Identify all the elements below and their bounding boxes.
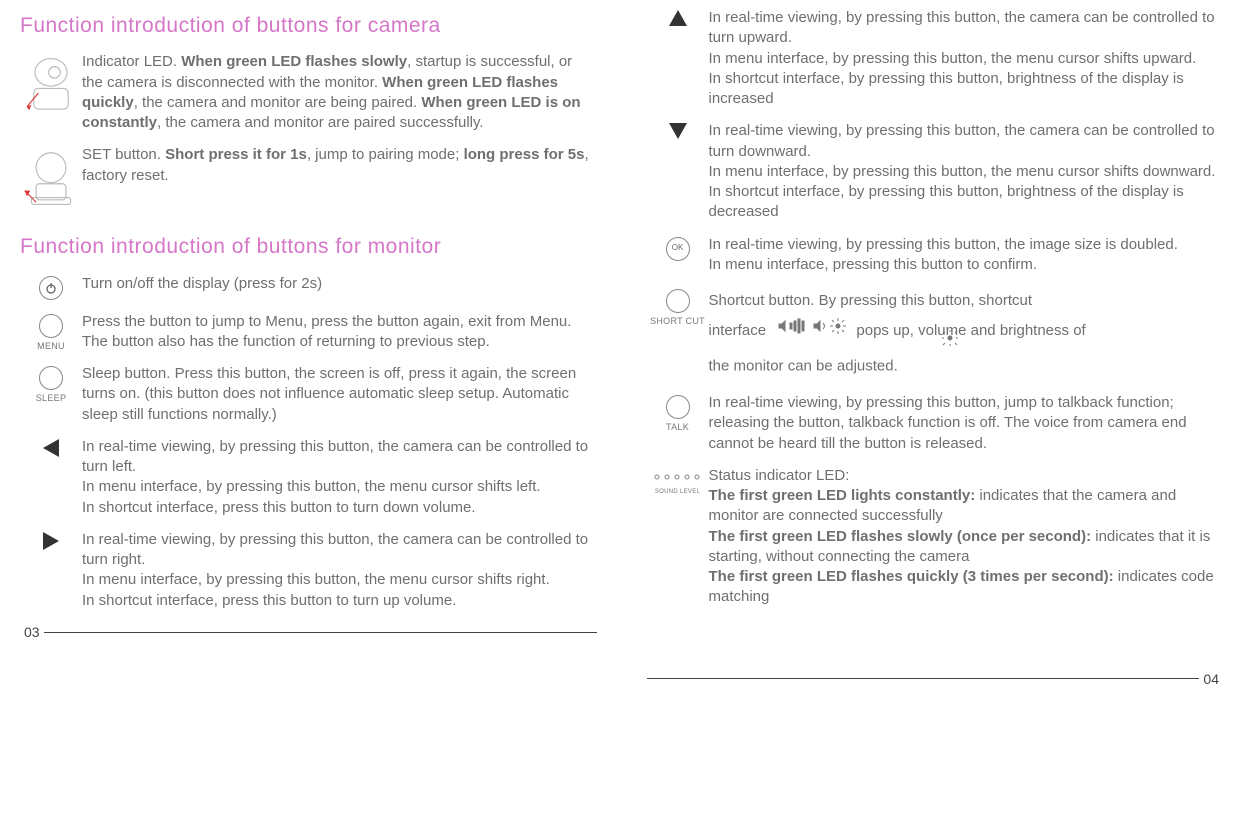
heading-monitor-buttons: Function introduction of buttons for mon…	[20, 233, 597, 261]
row-talk: TALK In real-time viewing, by pressing t…	[647, 393, 1224, 454]
power-text: Turn on/off the display (press for 2s)	[82, 274, 597, 294]
t: In real-time viewing, by pressing this b…	[709, 8, 1224, 49]
label: SHORT CUT	[650, 315, 705, 327]
page-footer-left: 03	[20, 623, 597, 642]
t: In menu interface, by pressing this butt…	[82, 477, 597, 497]
row-left-arrow: In real-time viewing, by pressing this b…	[20, 437, 597, 518]
t: , jump to pairing mode;	[307, 146, 464, 163]
t: In menu interface, by pressing this butt…	[709, 162, 1224, 182]
ok-button-icon: OK	[647, 235, 709, 261]
sleep-text: Sleep button. Press this button, the scr…	[82, 364, 597, 425]
talk-button-icon: TALK	[647, 393, 709, 433]
camera-back-drawing-icon	[20, 145, 82, 209]
t: The first green LED flashes quickly (3 t…	[709, 567, 1224, 608]
heading-camera-buttons: Function introduction of buttons for cam…	[20, 12, 597, 40]
t: In shortcut interface, press this button…	[82, 591, 597, 611]
t: When green LED flashes slowly	[181, 53, 407, 70]
t: In real-time viewing, by pressing this b…	[709, 121, 1224, 162]
triangle-left-icon	[20, 437, 82, 457]
row-right-arrow: In real-time viewing, by pressing this b…	[20, 530, 597, 611]
row-shortcut: SHORT CUT Shortcut button. By pressing t…	[647, 287, 1224, 381]
triangle-right-icon	[20, 530, 82, 550]
triangle-down-icon	[647, 121, 709, 139]
row-cam-set: SET button. Short press it for 1s, jump …	[20, 145, 597, 209]
t: Status indicator LED:	[709, 466, 1224, 486]
row-power: Turn on/off the display (press for 2s)	[20, 274, 597, 300]
t: In menu interface, by pressing this butt…	[709, 49, 1224, 69]
talk-text: In real-time viewing, by pressing this b…	[709, 393, 1224, 454]
row-menu: MENU Press the button to jump to Menu, p…	[20, 312, 597, 353]
row-status-led: SOUND LEVEL Status indicator LED: The fi…	[647, 466, 1224, 608]
footer-line	[44, 632, 597, 633]
t: Shortcut button. By pressing this button…	[709, 287, 1224, 316]
brightness-small-icon	[942, 328, 958, 357]
t: In menu interface, by pressing this butt…	[82, 570, 597, 590]
t: The first green LED lights constantly:	[709, 487, 976, 504]
t: pops up, volume and brightness of	[856, 322, 1085, 339]
page-footer-right: 04	[647, 670, 1224, 689]
menu-button-icon: MENU	[20, 312, 82, 352]
t: the monitor can be adjusted.	[709, 346, 1224, 381]
t: , the camera and monitor are paired succ…	[157, 114, 484, 131]
t: Indicator LED.	[82, 53, 181, 70]
t: The first green LED flashes quickly (3 t…	[709, 568, 1114, 585]
t: , the camera and monitor are being paire…	[134, 94, 422, 111]
t: Short press it for 1s	[165, 146, 307, 163]
t: In real-time viewing, by pressing this b…	[82, 530, 597, 571]
t: In real-time viewing, by pressing this b…	[82, 437, 597, 478]
down-arrow-text: In real-time viewing, by pressing this b…	[709, 121, 1224, 222]
camera-front-drawing-icon	[20, 52, 82, 116]
sound-level-led-icon: SOUND LEVEL	[647, 466, 709, 496]
cam-set-text: SET button. Short press it for 1s, jump …	[82, 145, 597, 186]
t: In shortcut interface, press this button…	[82, 498, 597, 518]
t: In menu interface, pressing this button …	[709, 255, 1224, 275]
page-number: 04	[1199, 670, 1223, 689]
label: OK	[666, 237, 690, 261]
left-arrow-text: In real-time viewing, by pressing this b…	[82, 437, 597, 518]
label: MENU	[37, 340, 65, 352]
status-led-text: Status indicator LED: The first green LE…	[709, 466, 1224, 608]
t: long press for 5s	[464, 146, 585, 163]
label: SOUND LEVEL	[655, 488, 700, 496]
shortcut-button-icon: SHORT CUT	[647, 287, 709, 327]
volume-brightness-widget-icon	[776, 316, 846, 347]
footer-line	[647, 678, 1200, 679]
label: TALK	[666, 421, 689, 433]
triangle-up-icon	[647, 8, 709, 26]
t: In shortcut interface, by pressing this …	[709, 69, 1224, 110]
t: In real-time viewing, by pressing this b…	[709, 235, 1224, 255]
ok-text: In real-time viewing, by pressing this b…	[709, 235, 1224, 276]
t: The first green LED flashes slowly (once…	[709, 527, 1224, 568]
right-arrow-text: In real-time viewing, by pressing this b…	[82, 530, 597, 611]
menu-text: Press the button to jump to Menu, press …	[82, 312, 597, 353]
t: The first green LED lights constantly: i…	[709, 486, 1224, 527]
row-cam-led: Indicator LED. When green LED flashes sl…	[20, 52, 597, 133]
t: The first green LED flashes slowly (once…	[709, 528, 1092, 545]
sleep-button-icon: SLEEP	[20, 364, 82, 404]
row-up-arrow: In real-time viewing, by pressing this b…	[647, 8, 1224, 109]
up-arrow-text: In real-time viewing, by pressing this b…	[709, 8, 1224, 109]
row-sleep: SLEEP Sleep button. Press this button, t…	[20, 364, 597, 425]
t: In shortcut interface, by pressing this …	[709, 182, 1224, 223]
label: SLEEP	[36, 392, 67, 404]
t: interface	[709, 322, 767, 339]
row-ok: OK In real-time viewing, by pressing thi…	[647, 235, 1224, 276]
t: SET button.	[82, 146, 165, 163]
row-down-arrow: In real-time viewing, by pressing this b…	[647, 121, 1224, 222]
power-icon	[20, 274, 82, 300]
cam-led-text: Indicator LED. When green LED flashes sl…	[82, 52, 597, 133]
shortcut-text: Shortcut button. By pressing this button…	[709, 287, 1224, 381]
page-number: 03	[20, 623, 44, 642]
page-left: Function introduction of buttons for cam…	[20, 8, 597, 688]
t: the monitor can be adjusted.	[709, 358, 898, 375]
t: interface	[709, 316, 1224, 347]
page-right: In real-time viewing, by pressing this b…	[647, 8, 1224, 688]
